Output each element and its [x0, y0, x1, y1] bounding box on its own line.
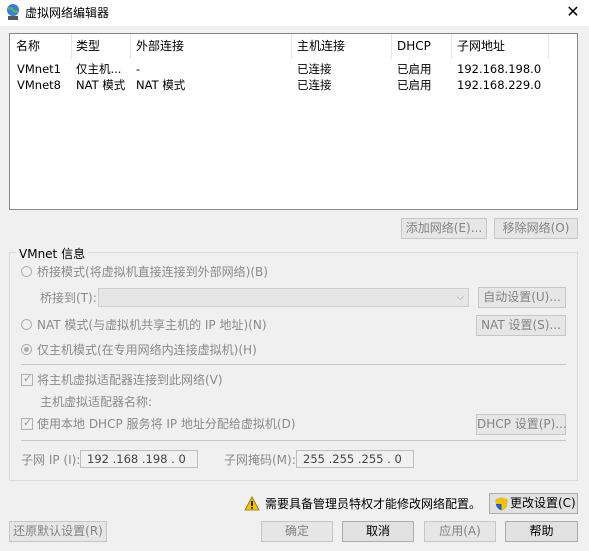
column-header-host[interactable]: 主机连接	[291, 34, 345, 59]
vmnet-info-legend: VMnet 信息	[16, 245, 89, 262]
network-list[interactable]: 名称 类型 外部连接 主机连接 DHCP 子网地址 VMnet1 仅主机... …	[9, 33, 578, 210]
dhcp-settings-button[interactable]: DHCP 设置(P)...	[476, 414, 567, 435]
shield-icon	[495, 497, 508, 511]
window-title: 虚拟网络编辑器	[25, 6, 110, 20]
subnet-ip-label: 子网 IP (I):	[21, 453, 81, 467]
add-network-button[interactable]: 添加网络(E)...	[401, 218, 487, 239]
connect-adapter-label: 将主机虚拟适配器连接到此网络(V)	[37, 373, 223, 387]
cell-dhcp: 已启用	[397, 78, 432, 92]
change-settings-button[interactable]: 更改设置(C)	[489, 493, 578, 514]
adapter-name-label: 主机虚拟适配器名称:	[40, 395, 153, 409]
subnet-ip-field[interactable]: 192 .168 .198 . 0	[80, 450, 198, 468]
warning-icon	[244, 496, 260, 511]
host-only-mode-label: 仅主机模式(在专用网络内连接虚拟机)(H)	[37, 343, 257, 357]
title-bar: 虚拟网络编辑器 ✕	[0, 0, 589, 26]
cell-subnet: 192.168.229.0	[457, 78, 542, 92]
use-dhcp-checkbox[interactable]: ✓	[21, 416, 33, 430]
checkmark-icon: ✓	[23, 416, 33, 429]
cell-name: VMnet8	[17, 78, 61, 92]
connect-adapter-checkbox[interactable]: ✓	[21, 372, 33, 386]
bridge-mode-label: 桥接模式(将虚拟机直接连接到外部网络)(B)	[37, 265, 268, 279]
change-settings-label: 更改设置(C)	[510, 496, 576, 510]
divider	[21, 364, 566, 365]
cell-type: 仅主机...	[76, 62, 122, 76]
table-row[interactable]: VMnet8 NAT 模式 NAT 模式 已连接 已启用 192.168.229…	[10, 78, 577, 93]
column-header-type[interactable]: 类型	[70, 34, 100, 59]
close-icon[interactable]: ✕	[562, 1, 584, 23]
restore-defaults-button[interactable]: 还原默认设置(R)	[9, 521, 107, 542]
column-header-name[interactable]: 名称	[10, 34, 40, 59]
subnet-mask-label: 子网掩码(M):	[224, 453, 296, 467]
column-header-external[interactable]: 外部连接	[130, 34, 184, 59]
cell-dhcp: 已启用	[397, 62, 432, 76]
admin-notice-text: 需要具备管理员特权才能修改网络配置。	[265, 497, 482, 511]
nat-mode-radio[interactable]	[21, 319, 32, 330]
cell-external: -	[136, 62, 141, 76]
cell-name: VMnet1	[17, 62, 61, 76]
ok-button[interactable]: 确定	[261, 521, 333, 542]
apply-button[interactable]: 应用(A)	[424, 521, 496, 542]
cell-host: 已连接	[297, 78, 332, 92]
cancel-button[interactable]: 取消	[342, 521, 414, 542]
subnet-mask-field[interactable]: 255 .255 .255 . 0	[296, 450, 414, 468]
column-header-subnet[interactable]: 子网地址	[451, 34, 505, 59]
checkmark-icon: ✓	[23, 372, 33, 385]
nat-settings-button[interactable]: NAT 设置(S)...	[476, 315, 566, 336]
cell-host: 已连接	[297, 62, 332, 76]
bridge-to-select[interactable]: ⌵	[98, 288, 469, 307]
network-globe-icon	[7, 4, 19, 20]
bridge-to-label: 桥接到(T):	[40, 291, 97, 305]
chevron-down-icon: ⌵	[456, 292, 464, 303]
cell-external: NAT 模式	[136, 78, 186, 92]
list-header: 名称 类型 外部连接 主机连接 DHCP 子网地址	[10, 34, 577, 59]
divider	[21, 440, 566, 441]
table-row[interactable]: VMnet1 仅主机... - 已连接 已启用 192.168.198.0	[10, 62, 577, 77]
remove-network-button[interactable]: 移除网络(O)	[494, 218, 578, 239]
nat-mode-label: NAT 模式(与虚拟机共享主机的 IP 地址)(N)	[37, 318, 267, 332]
help-button[interactable]: 帮助	[505, 521, 578, 542]
cell-type: NAT 模式	[76, 78, 126, 92]
host-only-mode-radio[interactable]	[21, 344, 32, 355]
cell-subnet: 192.168.198.0	[457, 62, 542, 76]
column-header-dhcp[interactable]: DHCP	[391, 34, 431, 59]
bridge-mode-radio[interactable]	[21, 266, 32, 277]
auto-settings-button[interactable]: 自动设置(U)...	[478, 287, 566, 308]
use-dhcp-label: 使用本地 DHCP 服务将 IP 地址分配给虚拟机(D)	[37, 417, 296, 431]
